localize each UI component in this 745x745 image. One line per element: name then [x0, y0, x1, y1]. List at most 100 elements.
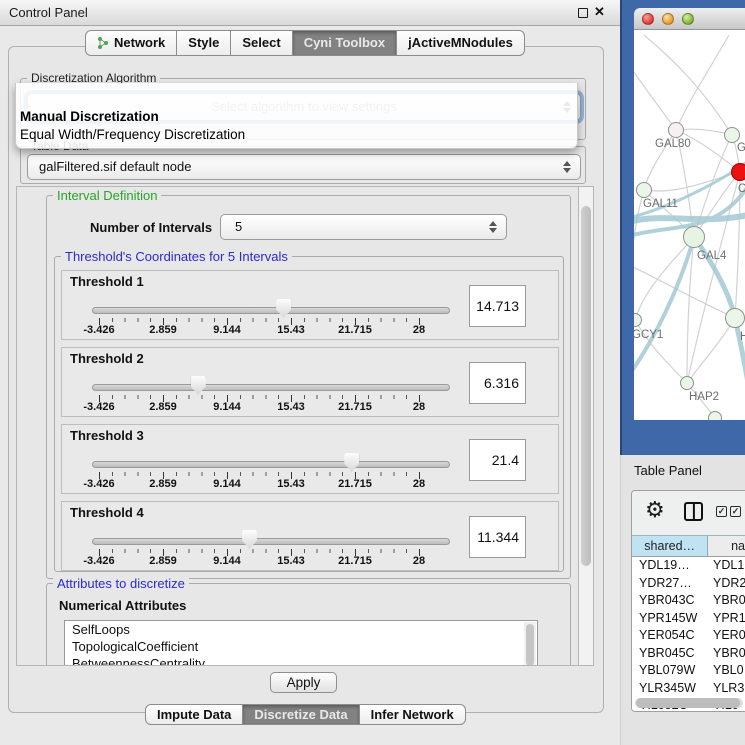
list-scrollbar[interactable] — [524, 622, 536, 666]
network-icon — [97, 36, 109, 50]
threshold-value-field[interactable]: 21.4 — [469, 439, 526, 481]
popup-item-equal-width[interactable]: Equal Width/Frequency Discretization — [20, 127, 245, 142]
tab-discretize-data[interactable]: Discretize Data — [243, 704, 359, 725]
popup-item-manual-discretization[interactable]: Manual Discretization — [20, 109, 159, 124]
scrollbar-thumb[interactable] — [581, 206, 591, 566]
table-row[interactable]: YER054CYER0 — [632, 627, 745, 645]
slider-thumb[interactable] — [276, 299, 291, 318]
table-row[interactable]: YBR045CYBR0 — [632, 645, 745, 663]
settings-scrollbar[interactable] — [578, 186, 594, 666]
tick-label: 9.144 — [213, 478, 241, 490]
tick-label: 28 — [413, 324, 425, 336]
num-intervals-combobox[interactable]: 5 — [220, 214, 507, 240]
tab-network[interactable]: Network — [85, 30, 177, 56]
table-data-combobox[interactable]: galFiltered.sif default node — [27, 154, 581, 180]
tab-select[interactable]: Select — [231, 30, 292, 56]
node[interactable] — [725, 308, 745, 328]
node-label: GAL80 — [655, 138, 691, 150]
checkbox-icon[interactable]: ✓ — [730, 506, 741, 517]
network-desktop: GAL80 GA GAL11 GAL4 C GCY1 H HAP2 — [620, 0, 745, 455]
cell: YBR043C — [639, 593, 709, 607]
threshold-panel-3: Threshold 3 -3.426 2.859 9.144 15.4 — [61, 424, 559, 494]
slider-thumb[interactable] — [344, 453, 359, 472]
network-window-titlebar[interactable] — [634, 8, 745, 30]
table-horizontal-scrollbar[interactable] — [635, 698, 743, 708]
network-canvas[interactable]: GAL80 GA GAL11 GAL4 C GCY1 H HAP2 — [634, 30, 745, 420]
settings-scroll-area: Interval Definition Number of Intervals … — [16, 186, 578, 666]
cell: YLR345W — [639, 681, 709, 695]
node-selected-red[interactable] — [731, 163, 745, 181]
cyni-mode-tabs: Impute Data Discretize Data Infer Networ… — [145, 704, 466, 725]
slider-minor-ticks — [99, 395, 421, 399]
table-data-groupbox: Table Data galFiltered.sif default node — [20, 146, 586, 184]
close-icon[interactable]: ✕ — [594, 4, 605, 20]
control-panel: Control Panel ✕ Network Style Select Cyn… — [0, 0, 620, 745]
table-row[interactable]: YDL19…YDL1 — [632, 557, 745, 575]
threshold-value-field[interactable]: 11.344 — [469, 516, 526, 558]
cell: YDL1 — [713, 558, 745, 572]
numerical-attributes-list: SelfLoops TopologicalCoefficient Between… — [64, 620, 538, 666]
gear-icon[interactable]: ⚙ — [645, 497, 665, 523]
node-gal11[interactable] — [636, 182, 652, 198]
table-row[interactable]: YDR27…YDR2 — [632, 575, 745, 593]
slider-thumb[interactable] — [242, 530, 257, 549]
table-panel-title: Table Panel — [634, 463, 702, 478]
node-hap2[interactable] — [680, 376, 694, 390]
node-label: H — [740, 331, 745, 343]
tick-label: 9.144 — [213, 324, 241, 336]
checkbox-icon[interactable]: ✓ — [716, 506, 727, 517]
tick-label: 2.859 — [149, 324, 177, 336]
slider-thumb[interactable] — [191, 376, 206, 395]
slider-minor-ticks — [99, 318, 421, 322]
cell: YLR3 — [713, 681, 745, 695]
slider-track[interactable] — [92, 384, 450, 391]
table-panel: Table Panel ⚙ ✓ ✓ shared… na YDL19…YDL1 … — [620, 455, 745, 745]
tab-infer-network[interactable]: Infer Network — [360, 704, 466, 725]
tick-label: 15.43 — [277, 478, 305, 490]
tab-cyni-toolbox[interactable]: Cyni Toolbox — [293, 30, 397, 56]
threshold-title: Threshold 2 — [70, 351, 144, 366]
tab-label: Discretize Data — [254, 705, 347, 724]
tick-label: 9.144 — [213, 401, 241, 413]
minimize-traffic-light-icon[interactable] — [662, 13, 674, 25]
slider-track[interactable] — [92, 461, 450, 468]
zoom-traffic-light-icon[interactable] — [682, 13, 694, 25]
node[interactable] — [724, 127, 740, 143]
table-row[interactable]: YLR345W YLR3 — [632, 680, 745, 698]
tab-label: Select — [242, 31, 280, 55]
slider-track[interactable] — [92, 538, 450, 545]
close-traffic-light-icon[interactable] — [642, 13, 654, 25]
float-window-icon[interactable] — [578, 8, 588, 18]
list-item[interactable]: SelfLoops — [65, 621, 537, 638]
slider-minor-ticks — [99, 472, 421, 476]
control-panel-titlebar[interactable]: Control Panel ✕ — [0, 0, 620, 26]
slider-track[interactable] — [92, 307, 450, 314]
table-row[interactable]: YBL079WYBL0 — [632, 662, 745, 680]
threshold-panel-1: Threshold 1 -3.426 2.859 9.144 15.4 — [61, 270, 559, 340]
table-row[interactable]: YBR043CYBR0 — [632, 592, 745, 610]
tab-label: Cyni Toolbox — [304, 31, 385, 55]
cell: YPR1 — [713, 611, 745, 625]
node-table: ⚙ ✓ ✓ shared… na YDL19…YDL1 YDR27…YDR2 Y… — [631, 490, 745, 712]
tab-impute-data[interactable]: Impute Data — [145, 704, 243, 725]
column-header-name[interactable]: na — [708, 536, 745, 556]
network-view-window[interactable]: GAL80 GA GAL11 GAL4 C GCY1 H HAP2 — [634, 8, 745, 420]
tab-label: Style — [188, 31, 219, 55]
control-panel-tabs: Network Style Select Cyni Toolbox jActiv… — [85, 30, 525, 56]
apply-button[interactable]: Apply — [270, 672, 337, 693]
table-row[interactable]: YPR145WYPR1 — [632, 610, 745, 628]
column-header-shared[interactable]: shared… — [632, 536, 708, 556]
slider-minor-ticks — [99, 549, 421, 553]
node-gal4[interactable] — [683, 226, 705, 248]
split-view-icon[interactable] — [684, 502, 703, 521]
combo-arrows-icon — [563, 161, 571, 173]
tab-jactivemnodules[interactable]: jActiveMNodules — [397, 30, 525, 56]
threshold-value-field[interactable]: 14.713 — [469, 285, 526, 327]
threshold-value-field[interactable]: 6.316 — [469, 362, 526, 404]
list-item[interactable]: TopologicalCoefficient — [65, 638, 537, 655]
tab-style[interactable]: Style — [177, 30, 231, 56]
list-item[interactable]: BetweennessCentrality — [65, 655, 537, 666]
tick-label: 28 — [413, 401, 425, 413]
node[interactable] — [708, 411, 722, 420]
node-gal80[interactable] — [668, 122, 684, 138]
